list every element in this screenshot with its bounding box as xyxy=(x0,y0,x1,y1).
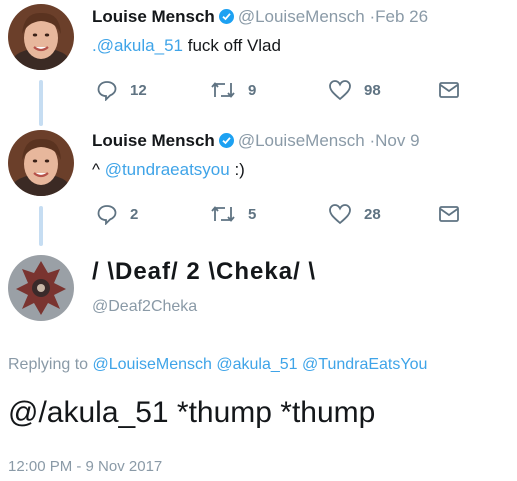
tweet-text-1: .@akula_51 fuck off Vlad xyxy=(92,36,281,56)
retweet-icon xyxy=(211,82,235,98)
author-handle[interactable]: @LouiseMensch xyxy=(238,131,365,150)
author-handle[interactable]: @LouiseMensch xyxy=(238,7,365,26)
like-count: 28 xyxy=(364,205,381,223)
message-button[interactable] xyxy=(438,202,472,226)
author-name[interactable]: Louise Mensch xyxy=(92,131,215,150)
retweet-button[interactable]: 9 xyxy=(210,78,256,102)
heart-icon xyxy=(329,80,351,101)
tweet-text-content: :) xyxy=(229,160,245,179)
like-button[interactable]: 28 xyxy=(328,202,381,226)
reply-count: 12 xyxy=(130,81,147,99)
envelope-icon xyxy=(439,82,459,98)
tweet-header-2: Louise Mensch @LouiseMensch ·Nov 9 xyxy=(92,131,420,151)
tweet-text-2: ^ @tundraeatsyou :) xyxy=(92,160,245,180)
replying-to-mention[interactable]: @LouiseMensch xyxy=(93,356,212,373)
retweet-icon xyxy=(211,206,235,222)
replying-to-mention[interactable]: @TundraEatsYou xyxy=(302,356,427,373)
tweet-timestamp[interactable]: 12:00 PM - 9 Nov 2017 xyxy=(8,458,162,475)
tweet-text-prefix: ^ xyxy=(92,160,105,179)
tweet-date[interactable]: Feb 26 xyxy=(375,7,428,26)
mention-link[interactable]: .@akula_51 xyxy=(92,36,183,55)
tweet-text-content: fuck off Vlad xyxy=(183,36,281,55)
reply-icon xyxy=(97,81,117,101)
avatar-deaf2cheka[interactable] xyxy=(8,255,74,321)
author-name[interactable]: Louise Mensch xyxy=(92,7,215,26)
tweet-header-1: Louise Mensch @LouiseMensch ·Feb 26 xyxy=(92,7,428,27)
envelope-icon xyxy=(439,206,459,222)
tweet-actions-1: 12 9 98 xyxy=(92,78,482,102)
tweet-actions-2: 2 5 28 xyxy=(92,202,482,226)
reply-icon xyxy=(97,205,117,225)
avatar-louise-mensch-2[interactable] xyxy=(8,130,74,196)
avatar-louise-mensch-1[interactable] xyxy=(8,4,74,70)
tweet-date[interactable]: Nov 9 xyxy=(375,131,419,150)
retweet-count: 9 xyxy=(248,81,257,99)
replying-to: Replying to @LouiseMensch @akula_51 @Tun… xyxy=(8,356,427,374)
replying-to-mention[interactable]: @akula_51 xyxy=(216,356,297,373)
like-button[interactable]: 98 xyxy=(328,78,381,102)
main-tweet-text: @/akula_51 *thump *thump xyxy=(8,396,376,429)
display-name[interactable]: / \Deaf/ 2 \Cheka/ \ xyxy=(92,258,316,286)
heart-icon xyxy=(329,204,351,225)
verified-badge-icon xyxy=(218,9,234,24)
retweet-count: 5 xyxy=(248,205,257,223)
reply-button[interactable]: 12 xyxy=(96,78,147,102)
mention-link[interactable]: @tundraeatsyou xyxy=(105,160,230,179)
thread-line-1 xyxy=(39,80,43,126)
author-handle[interactable]: @Deaf2Cheka xyxy=(92,298,197,316)
like-count: 98 xyxy=(364,81,381,99)
message-button[interactable] xyxy=(438,78,472,102)
replying-to-label: Replying to xyxy=(8,356,93,373)
verified-badge-icon xyxy=(218,133,234,148)
retweet-button[interactable]: 5 xyxy=(210,202,256,226)
thread-line-2 xyxy=(39,206,43,246)
reply-count: 2 xyxy=(130,205,139,223)
reply-button[interactable]: 2 xyxy=(96,202,138,226)
